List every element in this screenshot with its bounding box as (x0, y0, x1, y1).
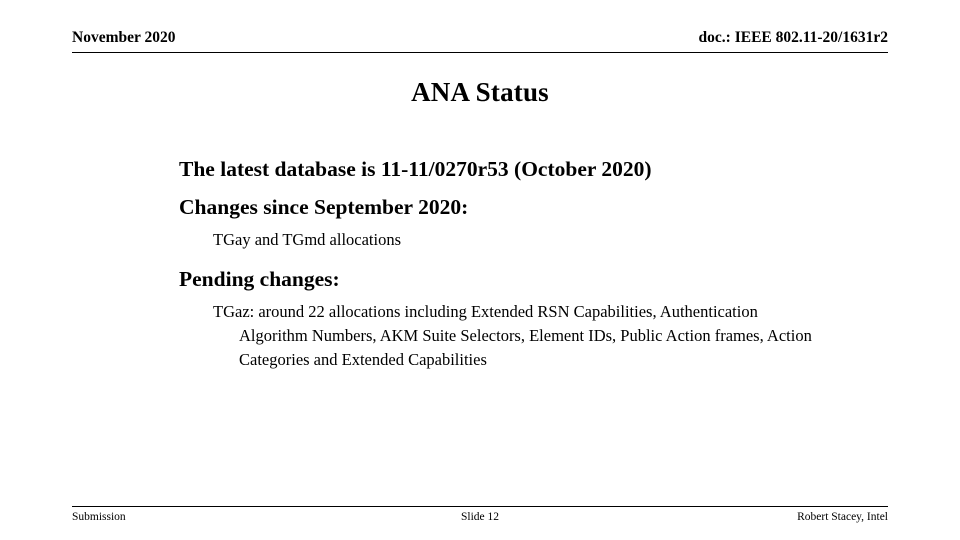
footer-author: Robert Stacey, Intel (797, 511, 888, 523)
slide-title: ANA Status (411, 77, 549, 107)
footer-submission-label: Submission (72, 511, 126, 523)
slide-canvas: November 2020 doc.: IEEE 802.11-20/1631r… (0, 0, 960, 540)
slide-body: The latest database is 11-11/0270r53 (Oc… (72, 152, 888, 372)
slide-footer: Submission Slide 12 Robert Stacey, Intel (72, 506, 888, 525)
bullet-pending-changes: Pending changes: (179, 267, 340, 291)
header-doc-reference: doc.: IEEE 802.11-20/1631r2 (698, 29, 888, 46)
bullet-changes-since: Changes since September 2020: (179, 195, 469, 219)
bullet-tgaz-allocations: TGaz: around 22 allocations including Ex… (213, 302, 812, 369)
bullet-latest-database: The latest database is 11-11/0270r53 (Oc… (179, 157, 652, 181)
slide-header: November 2020 doc.: IEEE 802.11-20/1631r… (72, 28, 888, 53)
footer-slide-number: Slide 12 (460, 511, 499, 523)
bullet-tgay-tgmd-allocations: TGay and TGmd allocations (213, 230, 402, 249)
header-date: November 2020 (72, 29, 176, 46)
